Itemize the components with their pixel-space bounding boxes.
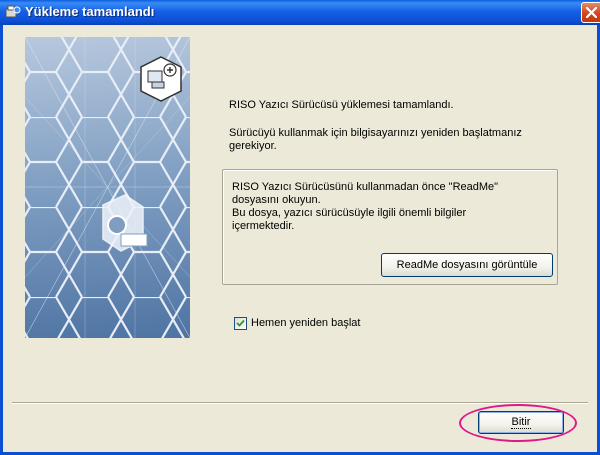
checkmark-icon <box>236 319 245 327</box>
installer-window: Yükleme tamamlandı RISO Yazıcı Sürücüsü … <box>0 0 600 455</box>
readme-text-line3: Bu dosya, yazıcı sürücüsüyle ilgili önem… <box>232 207 467 219</box>
close-icon <box>586 7 597 18</box>
readme-text-line1: RISO Yazıcı Sürücüsünü kullanmadan önce … <box>232 181 499 193</box>
title-bar[interactable]: Yükleme tamamlandı <box>0 0 600 25</box>
install-complete-text: RISO Yazıcı Sürücüsü yüklemesi tamamland… <box>229 99 454 111</box>
close-button[interactable] <box>581 2 600 23</box>
window-title: Yükleme tamamlandı <box>25 4 155 19</box>
restart-now-label[interactable]: Hemen yeniden başlat <box>251 317 360 330</box>
view-readme-button[interactable]: ReadMe dosyasını görüntüle <box>381 253 553 277</box>
restart-required-text-line2: gerekiyor. <box>229 140 277 152</box>
readme-text-line2: dosyasını okuyun. <box>232 194 321 206</box>
computer-add-icon <box>140 56 182 102</box>
readme-text-line4: içermektedir. <box>232 220 295 232</box>
installer-banner-image <box>25 37 190 338</box>
finish-button-highlight <box>459 404 577 442</box>
restart-required-text-line1: Sürücüyü kullanmak için bilgisayarınızı … <box>229 127 522 139</box>
hexagon-pattern <box>25 37 190 338</box>
installer-app-icon <box>5 5 21 18</box>
restart-now-checkbox[interactable] <box>234 317 247 330</box>
window-border-left <box>0 25 3 455</box>
